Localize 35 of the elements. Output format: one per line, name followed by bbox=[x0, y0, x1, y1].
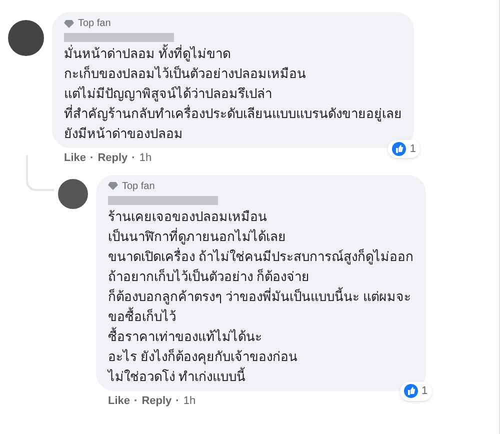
diamond-icon bbox=[108, 182, 118, 190]
comment-text-line: ที่สำคัญร้านกลับทำเครื่องประดับเลียนแบบแบรนดังขายอยู่เลย bbox=[64, 104, 402, 124]
thumbs-up-icon bbox=[392, 142, 406, 156]
separator-dot: · bbox=[176, 394, 180, 408]
comment-text-line: มั่นหน้าด่าปลอม ทั้งที่ดูไม่ขาด bbox=[64, 44, 232, 64]
thumbs-up-icon bbox=[404, 384, 418, 398]
avatar[interactable] bbox=[58, 178, 88, 208]
action-link[interactable]: Like bbox=[64, 150, 86, 166]
action-link[interactable]: Reply bbox=[98, 150, 128, 166]
comment-text-line: ขนาดเปิดเครื่อง ถ้าไม่ใช่คนมีประสบการณ์สูงก็ดูไม่ออก bbox=[108, 246, 414, 266]
comment-text-line: อะไร ยังไงก็ต้องคุยกับเจ้าของก่อน bbox=[108, 348, 299, 366]
timestamp: 1h bbox=[183, 394, 196, 408]
comment-text-line: แต่ไม่มีปัญญาพิสูจน์ได้ว่าปลอมรึเปล่า bbox=[64, 85, 273, 104]
comment-text-line: ถ้าอยากเก็บไว้เป็นตัวอย่าง ก็ต้องจ่าย bbox=[108, 268, 311, 286]
separator-dot: · bbox=[90, 151, 94, 166]
comment-text-line: ซื้อราคาเท่าของแท้ไม่ได้นะ bbox=[108, 326, 263, 346]
comment-text-line: กะเก็บของปลอมไว้เป็นตัวอย่างปลอมเหมือน bbox=[64, 64, 307, 83]
timestamp: 1h bbox=[139, 151, 152, 166]
thread-connector bbox=[26, 154, 54, 190]
comment-text-line: ก็ต้องบอกลูกค้าตรงๆ ว่าของพี่มันเป็นแบบนี้นะ แต่ผมจะ bbox=[108, 286, 412, 306]
separator-dot: · bbox=[134, 394, 138, 408]
comment-text-line: เป็นนาฬิกาที่ดูภายนอกไม่ได้เลย bbox=[108, 226, 287, 246]
diamond-icon bbox=[64, 20, 74, 28]
action-link[interactable]: Reply bbox=[142, 392, 172, 409]
comment-text-line: ขอซื้อเก็บไว้ bbox=[108, 306, 177, 326]
action-link[interactable]: Like bbox=[108, 392, 130, 409]
comment-text-line: ร้านเคยเจอของปลอมเหมือน bbox=[108, 208, 268, 226]
top-fan-label: Top fan bbox=[122, 180, 155, 194]
top-fan-label: Top fan bbox=[78, 17, 111, 31]
reaction-count[interactable]: 1 bbox=[388, 140, 420, 158]
reaction-count[interactable]: 1 bbox=[400, 382, 432, 400]
comment-text-line: ยังมีหน้าด่าของปลอม bbox=[64, 125, 184, 143]
comment-text-line: ไม่ใช่อวดโง่ ทำเก่งแบบนี้ bbox=[108, 366, 247, 386]
separator-dot: · bbox=[132, 151, 136, 166]
avatar[interactable] bbox=[8, 20, 44, 56]
